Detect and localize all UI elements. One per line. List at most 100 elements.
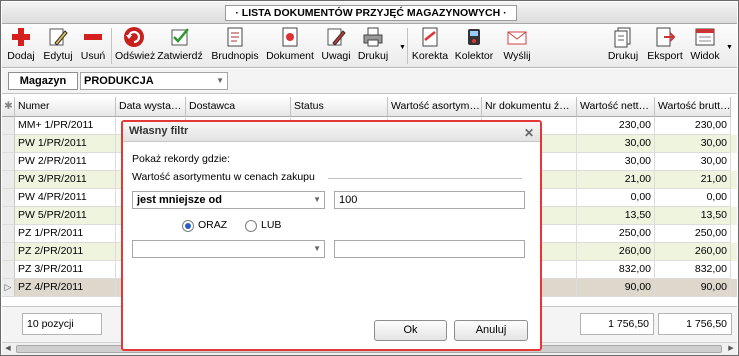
documents-window: · LISTA DOKUMENTÓW PRZYJĘĆ MAGAZYNOWYCH … <box>0 0 739 356</box>
or-radio[interactable] <box>245 220 257 232</box>
edit-label: Edytuj <box>43 50 73 62</box>
warehouse-label: Magazyn <box>8 72 78 90</box>
toolbar-separator <box>407 28 408 64</box>
scroll-left-icon[interactable]: ◀ <box>2 343 14 355</box>
row-indicator[interactable] <box>2 243 15 261</box>
table-cell: 30,00 <box>655 135 731 153</box>
table-cell: 90,00 <box>577 279 655 297</box>
row-indicator-icon: ✱ <box>2 97 15 117</box>
refresh-label: Odśwież <box>115 50 156 62</box>
table-cell: PZ 2/PR/2011 <box>15 243 116 261</box>
row-indicator[interactable] <box>2 189 15 207</box>
table-cell: PZ 4/PR/2011 <box>15 279 116 297</box>
add-label: Dodaj <box>7 50 35 62</box>
print2-label: Drukuj <box>607 50 639 62</box>
correction-button[interactable]: Korekta <box>410 26 450 66</box>
view-button[interactable]: Widok <box>688 26 722 66</box>
table-cell: 0,00 <box>577 189 655 207</box>
condition1-value: jest mniejsze od <box>137 194 222 206</box>
document-button[interactable]: Dokument <box>264 26 316 66</box>
row-indicator[interactable] <box>2 207 15 225</box>
row-indicator[interactable] <box>2 117 15 135</box>
and-label: ORAZ <box>198 219 228 231</box>
table-cell: PW 3/PR/2011 <box>15 171 116 189</box>
row-indicator[interactable] <box>2 153 15 171</box>
table-cell: 832,00 <box>577 261 655 279</box>
chevron-down-icon: ▼ <box>313 244 321 253</box>
column-header-gross[interactable]: Wartość brutt… <box>655 97 731 117</box>
export-button[interactable]: Eksport <box>645 26 685 66</box>
column-header-source-doc[interactable]: Nr dokumentu ź… <box>482 97 577 117</box>
refresh-icon <box>124 27 144 47</box>
row-indicator[interactable]: ▷ <box>2 279 15 297</box>
view-icon <box>695 28 715 46</box>
dialog-title: Własny filtr <box>129 125 189 137</box>
table-cell: 21,00 <box>655 171 731 189</box>
dialog-title-bar: Własny filtr ✕ <box>123 122 540 142</box>
ok-button[interactable]: Ok <box>374 320 447 341</box>
table-cell: 230,00 <box>577 117 655 135</box>
row-indicator[interactable] <box>2 225 15 243</box>
table-cell: 832,00 <box>655 261 731 279</box>
notes-button[interactable]: Uwagi <box>319 26 353 66</box>
sum-net: 1 756,50 <box>580 313 654 335</box>
export-icon <box>656 27 676 47</box>
column-header-date[interactable]: Data wysta… <box>116 97 186 117</box>
delete-button[interactable]: Usuń <box>78 26 108 66</box>
approve-button[interactable]: Zatwierdź <box>156 26 204 66</box>
and-radio[interactable] <box>182 220 194 232</box>
table-cell: PW 1/PR/2011 <box>15 135 116 153</box>
warehouse-select[interactable]: PRODUKCJA ▼ <box>80 72 228 90</box>
value2-input[interactable] <box>334 240 525 258</box>
row-indicator[interactable] <box>2 261 15 279</box>
table-cell: 30,00 <box>577 153 655 171</box>
condition1-select[interactable]: jest mniejsze od ▼ <box>132 191 325 209</box>
draft-icon <box>227 27 243 47</box>
window-title: · LISTA DOKUMENTÓW PRZYJĘĆ MAGAZYNOWYCH … <box>225 5 517 21</box>
collector-button[interactable]: Kolektor <box>453 26 495 66</box>
draft-button[interactable]: Brudnopis <box>209 26 261 66</box>
print-dropdown-arrow-icon[interactable]: ▼ <box>399 44 406 51</box>
row-indicator[interactable] <box>2 135 15 153</box>
row-indicator[interactable] <box>2 171 15 189</box>
table-cell: PW 4/PR/2011 <box>15 189 116 207</box>
field-divider <box>328 178 522 179</box>
column-header-status[interactable]: Status <box>291 97 388 117</box>
table-cell: 90,00 <box>655 279 731 297</box>
column-header-net[interactable]: Wartość nett… <box>577 97 655 117</box>
table-cell: 250,00 <box>655 225 731 243</box>
sum-gross: 1 756,50 <box>658 313 732 335</box>
close-icon[interactable]: ✕ <box>524 124 534 143</box>
delete-label: Usuń <box>80 50 106 62</box>
document-label: Dokument <box>266 50 314 62</box>
add-button[interactable]: Dodaj <box>6 26 36 66</box>
dialog-prompt: Pokaż rekordy gdzie: <box>132 153 231 165</box>
edit-icon <box>49 28 68 46</box>
send-button[interactable]: Wyślij <box>500 26 534 66</box>
column-header-supplier[interactable]: Dostawca <box>186 97 291 117</box>
table-cell: 260,00 <box>655 243 731 261</box>
approve-label: Zatwierdź <box>157 50 203 62</box>
view-dropdown-arrow-icon[interactable]: ▼ <box>726 44 733 51</box>
print-button[interactable]: Drukuj <box>355 26 391 66</box>
export-label: Eksport <box>647 50 683 62</box>
table-cell: 0,00 <box>655 189 731 207</box>
notes-icon <box>327 28 346 46</box>
scroll-right-icon[interactable]: ▶ <box>725 343 737 355</box>
refresh-button[interactable]: Odśwież <box>115 26 156 66</box>
table-cell: 30,00 <box>577 135 655 153</box>
condition2-select[interactable]: ▼ <box>132 240 325 258</box>
toolbar: Dodaj Edytuj Usuń Odśwież Zatwierdź Brud… <box>2 24 737 68</box>
printer-icon <box>363 27 383 47</box>
print2-button[interactable]: Drukuj <box>605 26 641 66</box>
column-header-numer[interactable]: Numer <box>15 97 116 117</box>
cancel-button[interactable]: Anuluj <box>454 320 528 341</box>
table-cell: 30,00 <box>655 153 731 171</box>
warehouse-value: PRODUKCJA <box>84 75 154 87</box>
column-header-assortment-value[interactable]: Wartość asortym… <box>388 97 482 117</box>
send-label: Wyślij <box>503 50 531 62</box>
value1-input[interactable]: 100 <box>334 191 525 209</box>
edit-button[interactable]: Edytuj <box>40 26 76 66</box>
table-cell: PW 2/PR/2011 <box>15 153 116 171</box>
table-cell: 13,50 <box>577 207 655 225</box>
